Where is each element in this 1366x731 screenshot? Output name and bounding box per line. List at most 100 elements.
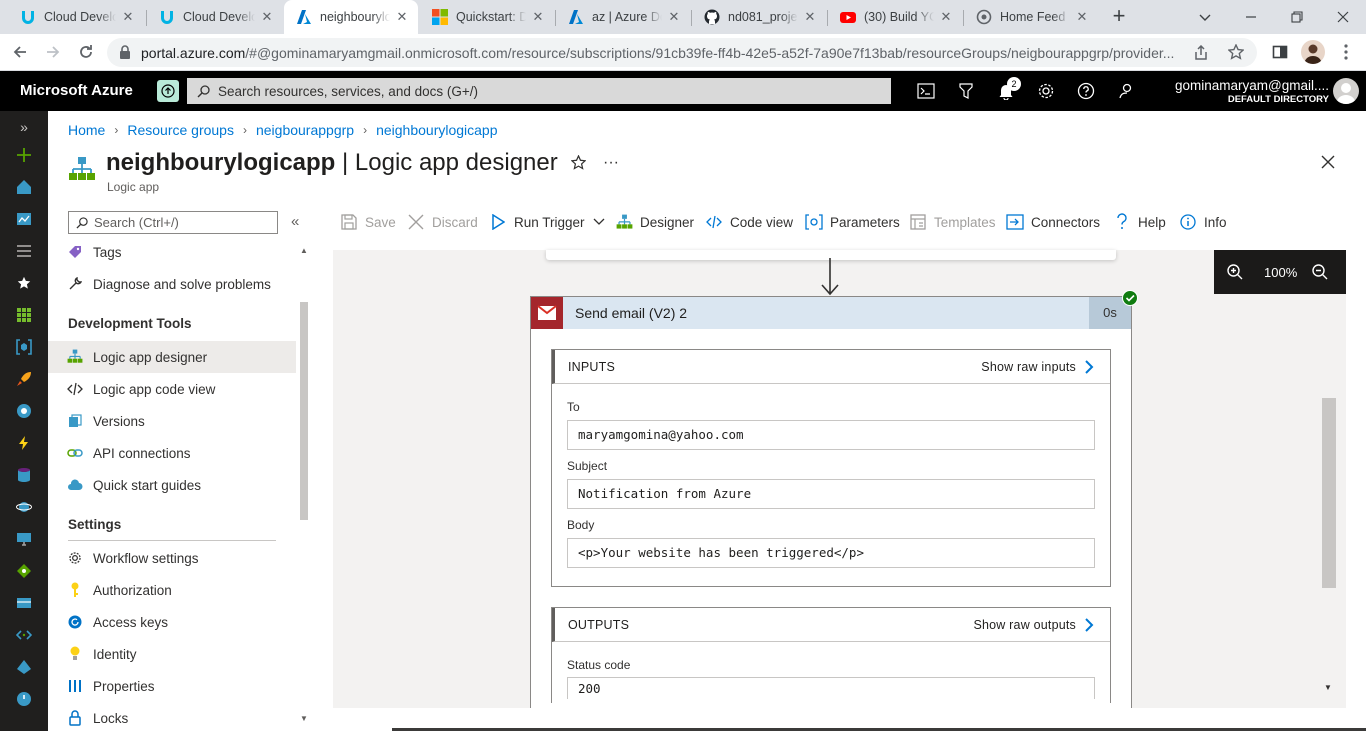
menu-item-identity[interactable]: Identity (48, 638, 296, 670)
tab-close-icon[interactable]: ✕ (802, 9, 818, 25)
all-resources-icon[interactable] (13, 304, 35, 326)
browser-tab[interactable]: Home Feed ✕ (964, 0, 1098, 34)
menu-item-versions[interactable]: Versions (48, 405, 296, 437)
scroll-down-icon[interactable]: ▼ (300, 714, 308, 723)
save-button[interactable]: Save (340, 210, 396, 234)
account-info[interactable]: gominamaryam@gmail.... DEFAULT DIRECTORY (1175, 78, 1329, 105)
help-button[interactable]: Help (1113, 210, 1166, 234)
browser-tab-active[interactable]: neighbouryloc ✕ (284, 0, 418, 34)
tab-close-icon[interactable]: ✕ (120, 9, 136, 25)
help-icon[interactable] (1074, 80, 1098, 102)
browser-tab[interactable]: nd081_projec ✕ (692, 0, 826, 34)
dashboard-icon[interactable] (13, 208, 35, 230)
new-tab-button[interactable]: + (1107, 5, 1131, 29)
tab-close-icon[interactable]: ✕ (394, 9, 410, 25)
directory-filter-icon[interactable] (954, 80, 978, 102)
body-value-field[interactable]: <p>Your website has been triggered</p> (567, 538, 1095, 568)
menu-item-api-connections[interactable]: API connections (48, 437, 296, 469)
browser-tab[interactable]: az | Azure Do ✕ (556, 0, 690, 34)
canvas-scrollbar-thumb[interactable] (1322, 398, 1336, 588)
show-raw-outputs-link[interactable]: Show raw outputs (973, 618, 1094, 632)
menu-search-input[interactable]: Search (Ctrl+/) (68, 211, 278, 234)
quickstart-rocket-icon[interactable] (13, 368, 35, 390)
connectors-button[interactable]: Connectors (1006, 210, 1100, 234)
code-view-button[interactable]: Code view (705, 210, 793, 234)
show-raw-inputs-link[interactable]: Show raw inputs (981, 360, 1094, 374)
bookmark-star-icon[interactable] (1228, 44, 1244, 60)
tab-close-icon[interactable]: ✕ (259, 9, 275, 25)
browser-tab[interactable]: Quickstart: De ✕ (420, 0, 554, 34)
tab-close-icon[interactable]: ✕ (666, 9, 682, 25)
upgrade-icon[interactable] (157, 80, 179, 102)
tab-close-icon[interactable]: ✕ (530, 9, 546, 25)
canvas-scroll-down-icon[interactable]: ▼ (1324, 683, 1332, 692)
parameters-button[interactable]: Parameters (805, 210, 900, 234)
browser-tab[interactable]: Cloud Develo ✕ (8, 0, 144, 34)
scroll-up-icon[interactable]: ▲ (300, 246, 308, 255)
virtual-machines-icon[interactable] (13, 528, 35, 550)
subject-value-field[interactable]: Notification from Azure (567, 479, 1095, 509)
azure-brand[interactable]: Microsoft Azure (20, 82, 133, 99)
more-options-icon[interactable]: ··· (603, 154, 619, 172)
storage-accounts-icon[interactable] (13, 592, 35, 614)
minimize-button[interactable] (1228, 0, 1274, 34)
function-app-icon[interactable] (13, 432, 35, 454)
expand-menu-icon[interactable]: » (13, 116, 35, 138)
to-value-field[interactable]: maryamgomina@yahoo.com (567, 420, 1095, 450)
designer-button[interactable]: Designer (615, 210, 694, 234)
home-icon[interactable] (13, 176, 35, 198)
browser-tab[interactable]: Cloud Develo ✕ (147, 0, 283, 34)
forward-icon[interactable] (41, 40, 65, 64)
feedback-icon[interactable] (1114, 80, 1138, 102)
browser-tab[interactable]: (30) Build YO ✕ (828, 0, 962, 34)
zoom-out-icon[interactable] (1312, 264, 1328, 280)
profile-avatar[interactable] (1301, 40, 1325, 64)
breadcrumb-resource-groups[interactable]: Resource groups (127, 122, 234, 138)
reload-icon[interactable] (74, 40, 98, 64)
browser-menu-icon[interactable] (1334, 40, 1358, 64)
cosmos-db-icon[interactable] (13, 496, 35, 518)
menu-item-properties[interactable]: Properties (48, 670, 296, 702)
collapse-menu-icon[interactable]: « (291, 213, 299, 230)
tab-search-chevron-icon[interactable] (1182, 0, 1228, 34)
settings-gear-icon[interactable] (1034, 80, 1058, 102)
share-icon[interactable] (1193, 45, 1209, 61)
menu-item-code-view[interactable]: Logic app code view (48, 373, 296, 405)
tab-close-icon[interactable]: ✕ (1074, 9, 1090, 25)
side-panel-icon[interactable] (1268, 40, 1292, 64)
create-resource-icon[interactable] (13, 144, 35, 166)
all-services-icon[interactable] (13, 240, 35, 262)
monitor-icon[interactable] (13, 688, 35, 710)
menu-item-locks[interactable]: Locks (48, 702, 296, 731)
resource-groups-icon[interactable] (13, 336, 35, 358)
breadcrumb-logic-app[interactable]: neighbourylogicapp (376, 122, 497, 138)
breadcrumb-resource-group[interactable]: neigbourappgrp (256, 122, 354, 138)
close-window-button[interactable] (1320, 0, 1366, 34)
restore-button[interactable] (1274, 0, 1320, 34)
info-button[interactable]: Info (1179, 210, 1227, 234)
run-trigger-button[interactable]: Run Trigger (489, 210, 605, 234)
load-balancer-icon[interactable] (13, 560, 35, 582)
azure-search-input[interactable]: Search resources, services, and docs (G+… (187, 78, 891, 104)
menu-item-logic-app-designer[interactable]: Logic app designer (48, 341, 296, 373)
scrollbar-thumb[interactable] (300, 302, 308, 520)
user-avatar[interactable] (1333, 78, 1359, 104)
favorite-star-icon[interactable] (571, 155, 586, 170)
cloud-shell-icon[interactable] (914, 80, 938, 102)
virtual-networks-icon[interactable] (13, 624, 35, 646)
status-code-value-field[interactable]: 200 (567, 677, 1095, 699)
menu-item-diagnose[interactable]: Diagnose and solve problems (48, 268, 296, 300)
menu-item-workflow-settings[interactable]: Workflow settings (48, 542, 296, 574)
breadcrumb-home[interactable]: Home (68, 122, 105, 138)
cosmos-icon[interactable] (13, 400, 35, 422)
active-directory-icon[interactable] (13, 656, 35, 678)
tab-close-icon[interactable]: ✕ (938, 9, 954, 25)
favorites-star-icon[interactable] (13, 272, 35, 294)
menu-scrollbar[interactable]: ▲ ▼ (298, 240, 312, 731)
lock-icon[interactable] (119, 45, 131, 59)
action-card-header[interactable]: Send email (V2) 2 0s (531, 297, 1131, 329)
zoom-in-icon[interactable] (1227, 264, 1243, 280)
discard-button[interactable]: Discard (407, 210, 478, 234)
url-field[interactable]: portal.azure.com/#@gominamaryamgmail.onm… (107, 38, 1257, 67)
sql-database-icon[interactable] (13, 464, 35, 486)
